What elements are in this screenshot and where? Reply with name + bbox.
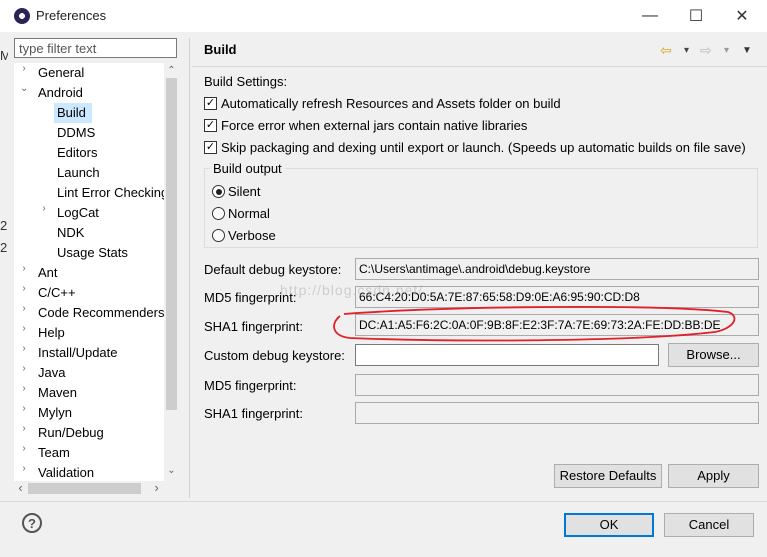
expand-arrow-icon[interactable]: › (20, 343, 28, 363)
collapse-arrow-icon[interactable]: ⌄ (20, 83, 28, 103)
header-separator (192, 66, 767, 67)
tree-item-ant[interactable]: Ant (38, 263, 58, 283)
build-output-group (204, 168, 758, 248)
expand-arrow-icon[interactable]: › (20, 283, 28, 303)
restore-defaults-button[interactable]: Restore Defaults (554, 464, 662, 488)
radio-normal-label[interactable]: Normal (228, 206, 270, 221)
expand-arrow-icon[interactable]: › (20, 63, 28, 83)
minimize-button[interactable]: — (627, 0, 673, 32)
scroll-left-icon[interactable]: ‹ (14, 481, 27, 496)
tree-item-general[interactable]: General (38, 63, 84, 83)
build-output-legend: Build output (210, 161, 285, 176)
expand-arrow-icon[interactable]: › (40, 203, 48, 223)
build-settings-label: Build Settings: (204, 74, 288, 89)
tree-item-ndk[interactable]: NDK (57, 223, 84, 243)
checkbox-skip-packaging-label[interactable]: Skip packaging and dexing until export o… (221, 140, 746, 155)
filter-input[interactable] (14, 38, 177, 58)
scroll-right-icon[interactable]: › (150, 481, 163, 496)
radio-verbose-label[interactable]: Verbose (228, 228, 276, 243)
red-annotation-ellipse (333, 306, 736, 342)
ok-button[interactable]: OK (564, 513, 654, 537)
close-button[interactable]: ✕ (719, 0, 765, 32)
expand-arrow-icon[interactable]: › (20, 323, 28, 343)
apply-button[interactable]: Apply (668, 464, 759, 488)
tree-item-team[interactable]: Team (38, 443, 70, 463)
tree-item-code-recommenders[interactable]: Code Recommenders (38, 303, 164, 323)
tree-item-maven[interactable]: Maven (38, 383, 77, 403)
expand-arrow-icon[interactable]: › (20, 363, 28, 383)
expand-arrow-icon[interactable]: › (20, 423, 28, 443)
tree-item-launch[interactable]: Launch (57, 163, 100, 183)
tree-item-help[interactable]: Help (38, 323, 65, 343)
cancel-button[interactable]: Cancel (664, 513, 754, 537)
browse-button[interactable]: Browse... (668, 343, 759, 367)
tree-item-editors[interactable]: Editors (57, 143, 97, 163)
tree-item-logcat[interactable]: LogCat (57, 203, 99, 223)
custom-md5-field[interactable] (355, 374, 759, 396)
expand-arrow-icon[interactable]: › (20, 263, 28, 283)
forward-dropdown-icon: ▾ (724, 45, 730, 56)
background-window-fragment: M (0, 48, 8, 63)
expand-arrow-icon[interactable]: › (20, 443, 28, 463)
background-window-fragment: 2 (0, 240, 8, 255)
tree-item-build[interactable]: Build (54, 103, 92, 123)
window-title: Preferences (36, 8, 107, 23)
scroll-up-icon[interactable]: ⌃ (165, 63, 178, 78)
radio-silent-label[interactable]: Silent (228, 184, 261, 199)
tree-item-install-update[interactable]: Install/Update (38, 343, 118, 363)
tree-item-usage-stats[interactable]: Usage Stats (57, 243, 128, 263)
tree-item-android[interactable]: Android (38, 83, 83, 103)
radio-silent[interactable] (212, 185, 225, 198)
annotation-stroke (333, 306, 736, 342)
custom-keystore-label: Custom debug keystore: (204, 348, 345, 363)
watermark-text: http://blog.csdn.net/ (280, 282, 424, 298)
checkbox-skip-packaging[interactable]: ✓ (204, 141, 217, 154)
expand-arrow-icon[interactable]: › (20, 403, 28, 423)
default-keystore-label: Default debug keystore: (204, 262, 342, 277)
scroll-down-icon[interactable]: ⌄ (165, 463, 178, 478)
tree-item-c-cpp[interactable]: C/C++ (38, 283, 76, 303)
radio-normal[interactable] (212, 207, 225, 220)
custom-md5-label: MD5 fingerprint: (204, 378, 297, 393)
custom-sha1-field[interactable] (355, 402, 759, 424)
tree-item-validation[interactable]: Validation (38, 463, 94, 481)
back-arrow-icon[interactable]: ⇦ (660, 42, 672, 59)
help-icon[interactable]: ? (22, 513, 42, 533)
checkbox-force-error[interactable]: ✓ (204, 119, 217, 132)
tree-item-java[interactable]: Java (38, 363, 65, 383)
custom-keystore-input[interactable] (355, 344, 659, 366)
panel-divider[interactable] (189, 38, 190, 498)
maximize-button[interactable]: ☐ (673, 0, 719, 32)
tree-item-run-debug[interactable]: Run/Debug (38, 423, 104, 443)
expand-arrow-icon[interactable]: › (20, 303, 28, 323)
tree-item-mylyn[interactable]: Mylyn (38, 403, 72, 423)
default-keystore-field[interactable]: C:\Users\antimage\.android\debug.keystor… (355, 258, 759, 280)
background-window-fragment: 2 (0, 218, 8, 233)
custom-sha1-label: SHA1 fingerprint: (204, 406, 303, 421)
checkbox-auto-refresh-label[interactable]: Automatically refresh Resources and Asse… (221, 96, 561, 111)
tree-vertical-scroll-thumb[interactable] (166, 78, 177, 410)
tree-item-ddms[interactable]: DDMS (57, 123, 95, 143)
forward-arrow-icon: ⇨ (700, 42, 712, 58)
checkbox-force-error-label[interactable]: Force error when external jars contain n… (221, 118, 527, 133)
sha1-label: SHA1 fingerprint: (204, 319, 303, 334)
back-dropdown-icon[interactable]: ▾ (684, 45, 689, 56)
page-title: Build (204, 42, 237, 57)
view-menu-icon[interactable]: ▼ (742, 45, 752, 56)
footer-separator (0, 501, 767, 502)
expand-arrow-icon[interactable]: › (20, 383, 28, 403)
preference-tree[interactable]: › General ⌄ Android Build DDMS Editors L… (14, 63, 164, 481)
radio-verbose[interactable] (212, 229, 225, 242)
tree-horizontal-scroll-thumb[interactable] (28, 483, 141, 494)
eclipse-app-icon (14, 8, 30, 24)
expand-arrow-icon[interactable]: › (20, 463, 28, 481)
tree-item-lint-error-checking[interactable]: Lint Error Checking (57, 183, 164, 203)
checkbox-auto-refresh[interactable]: ✓ (204, 97, 217, 110)
